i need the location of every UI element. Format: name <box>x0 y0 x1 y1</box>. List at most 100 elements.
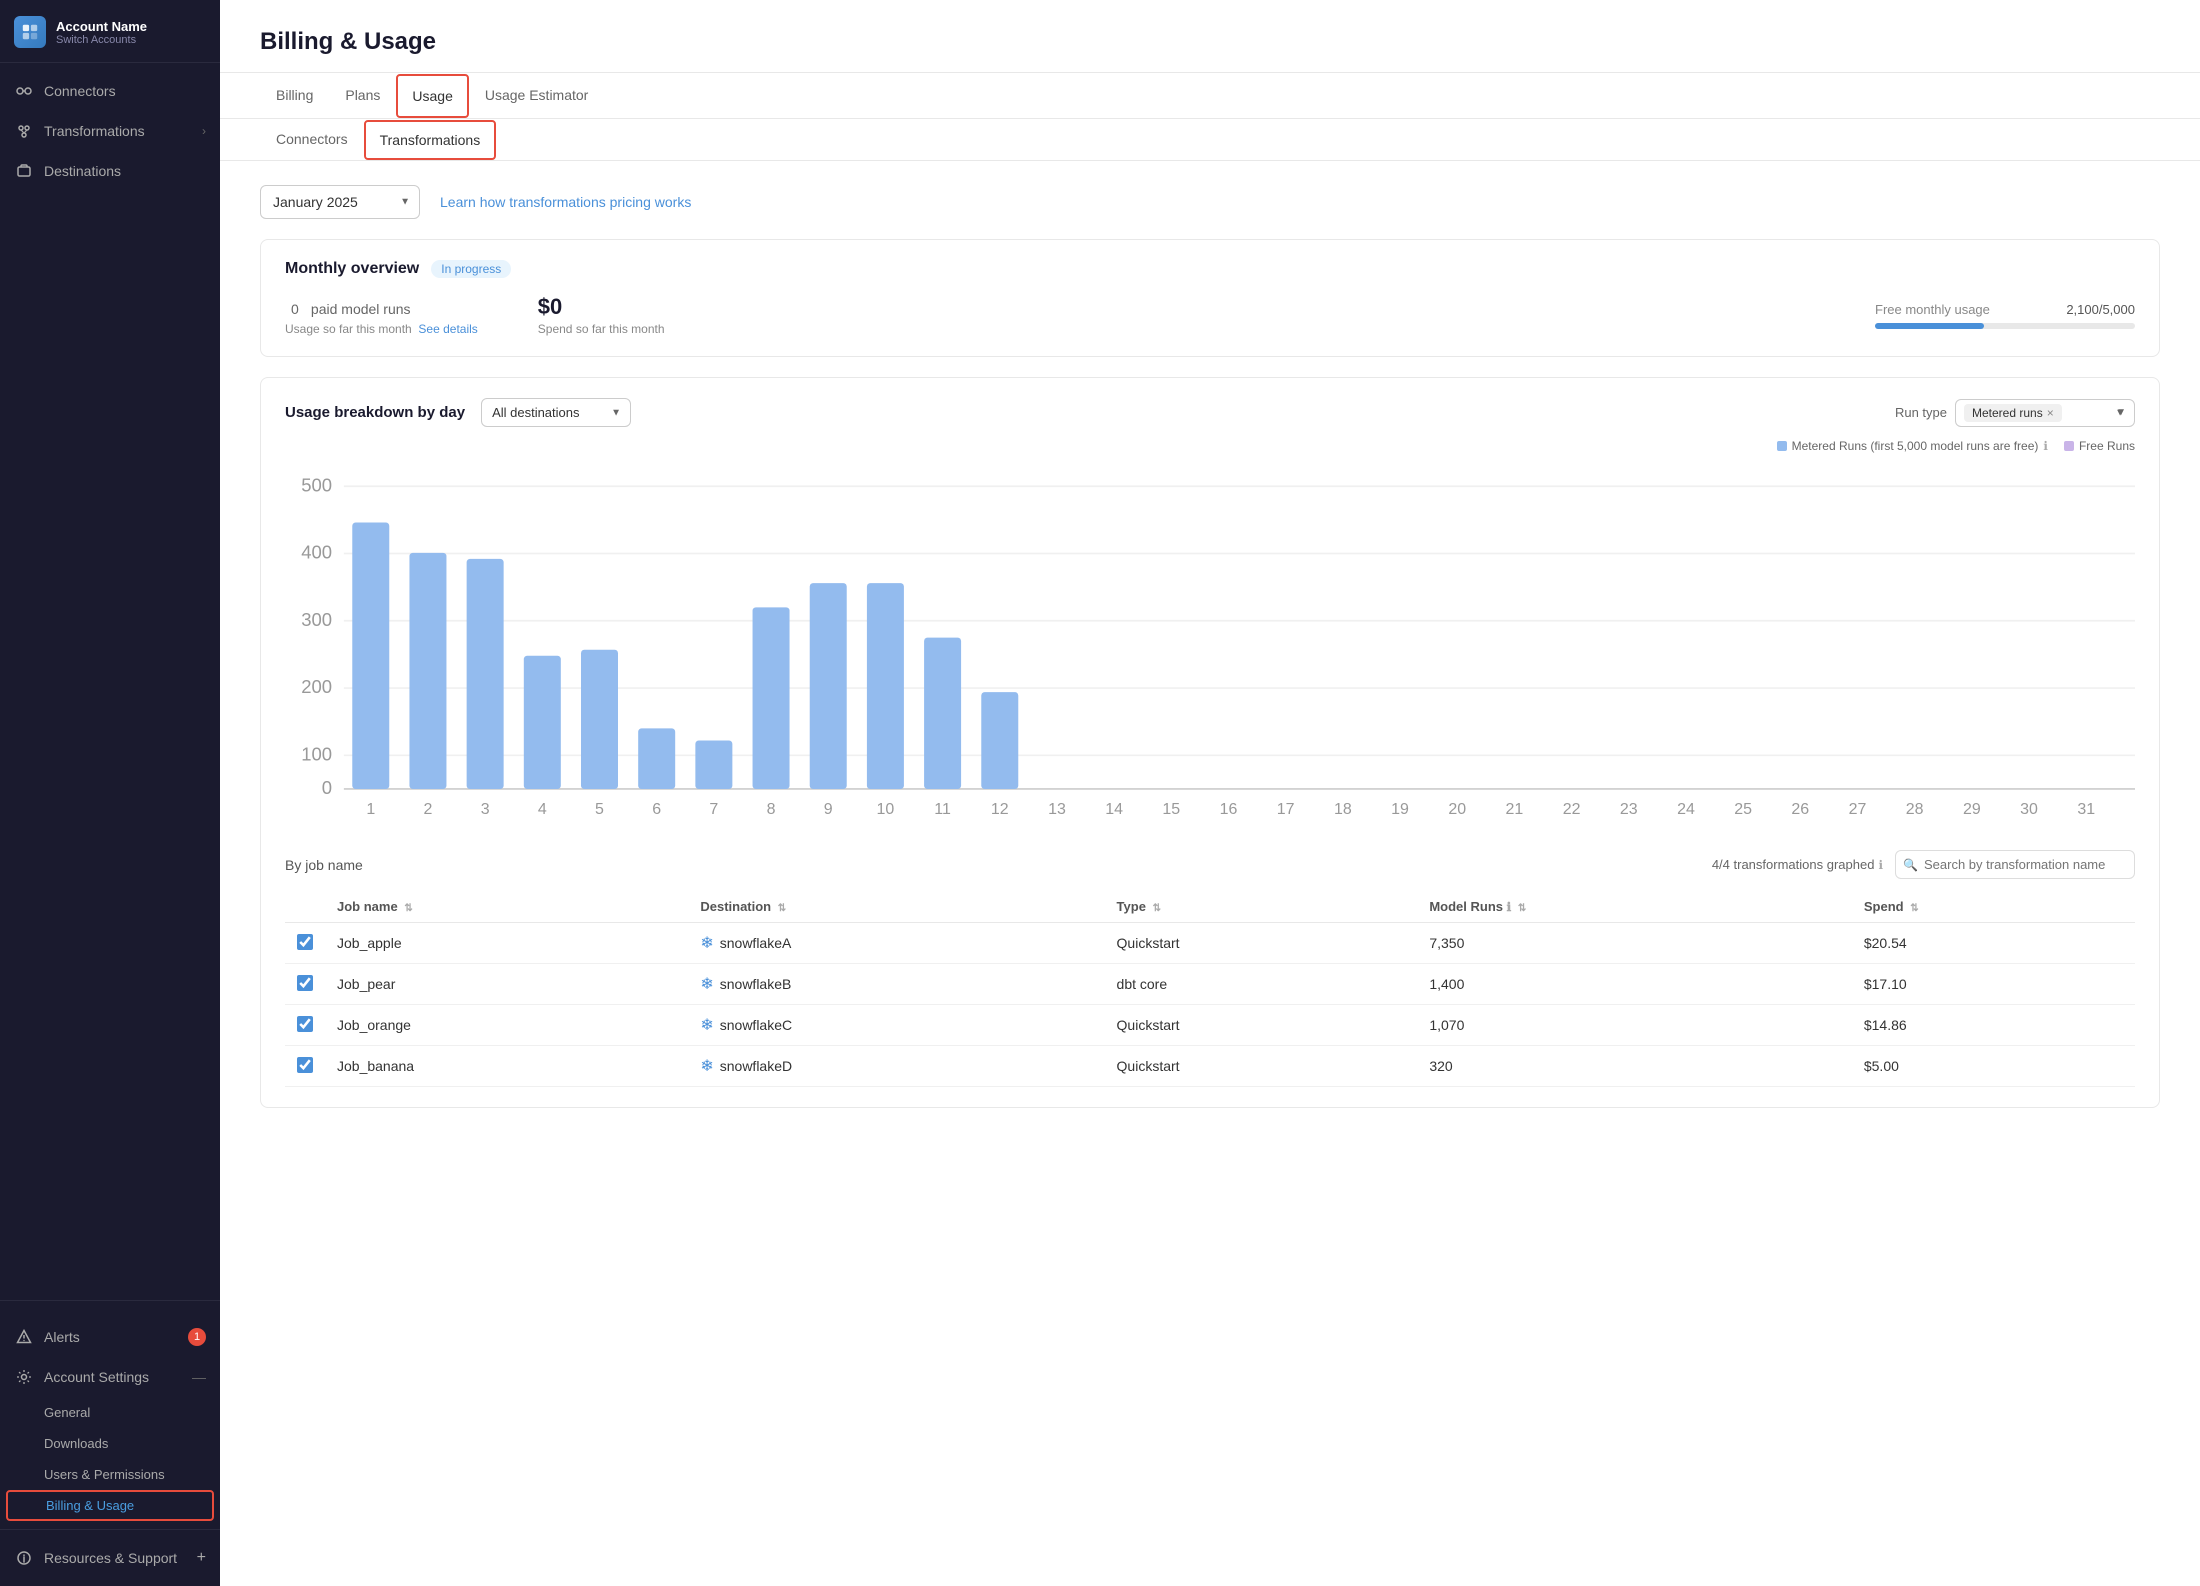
row-checkbox-3[interactable] <box>297 1016 313 1032</box>
row-checkbox-cell-4 <box>285 1046 325 1087</box>
destination-1: ❄ snowflakeA <box>688 923 1104 964</box>
destinations-select[interactable]: All destinations <box>481 398 631 427</box>
legend-free: Free Runs <box>2064 439 2135 453</box>
connectors-label: Connectors <box>44 83 206 99</box>
billing-usage-label: Billing & Usage <box>46 1498 134 1513</box>
svg-text:21: 21 <box>1506 801 1524 818</box>
bar-1 <box>352 523 389 789</box>
destinations-select-wrapper: All destinations <box>481 398 631 427</box>
account-header[interactable]: Account Name Switch Accounts <box>0 0 220 63</box>
model-runs-3: 1,070 <box>1417 1005 1852 1046</box>
svg-text:30: 30 <box>2020 801 2038 818</box>
sort-model-runs[interactable]: ⇅ <box>1518 903 1526 914</box>
svg-text:0: 0 <box>322 777 332 798</box>
sidebar-sub-users-permissions[interactable]: Users & Permissions <box>0 1459 220 1490</box>
month-select[interactable]: January 2025 December 2024 November 2024 <box>260 185 420 219</box>
snowflake-icon-2: ❄ <box>700 974 713 994</box>
tab-usage-estimator[interactable]: Usage Estimator <box>469 73 604 119</box>
svg-text:22: 22 <box>1563 801 1581 818</box>
sort-destination[interactable]: ⇅ <box>778 903 786 914</box>
bar-12 <box>981 692 1018 789</box>
search-input[interactable] <box>1895 850 2135 879</box>
overview-card: Monthly overview In progress 0 paid mode… <box>260 239 2160 357</box>
tab-plans[interactable]: Plans <box>329 73 396 119</box>
graphed-info-icon[interactable]: ℹ <box>1878 858 1883 872</box>
legend-metered-label: Metered Runs (first 5,000 model runs are… <box>1792 439 2039 453</box>
job-name-1: Job_apple <box>325 923 688 964</box>
overview-title: Monthly overview <box>285 260 419 278</box>
resources-icon <box>14 1548 34 1568</box>
run-type-tag-close[interactable]: × <box>2047 406 2054 420</box>
svg-text:6: 6 <box>652 801 661 818</box>
search-wrapper: 🔍 <box>1895 850 2135 879</box>
svg-text:12: 12 <box>991 801 1009 818</box>
legend-free-dot <box>2064 441 2074 451</box>
svg-text:31: 31 <box>2077 801 2095 818</box>
content-area: January 2025 December 2024 November 2024… <box>220 161 2200 1586</box>
switch-accounts-link[interactable]: Switch Accounts <box>56 34 147 46</box>
sub-tab-connectors[interactable]: Connectors <box>260 119 364 161</box>
job-name-3: Job_orange <box>325 1005 688 1046</box>
destination-2: ❄ snowflakeB <box>688 964 1104 1005</box>
run-type-tag: Metered runs × <box>1964 404 2062 422</box>
sidebar-item-alerts[interactable]: Alerts 1 <box>0 1317 220 1357</box>
model-runs-info-icon[interactable]: ℹ <box>1507 900 1512 914</box>
svg-text:23: 23 <box>1620 801 1638 818</box>
svg-text:17: 17 <box>1277 801 1295 818</box>
free-usage-block: Free monthly usage 2,100/5,000 <box>1875 302 2135 329</box>
paid-runs-label: Usage so far this month See details <box>285 322 478 336</box>
tab-billing[interactable]: Billing <box>260 73 329 119</box>
sidebar-sub-downloads[interactable]: Downloads <box>0 1428 220 1459</box>
legend-info-icon[interactable]: ℹ <box>2043 439 2048 453</box>
sidebar-sub-billing-usage[interactable]: Billing & Usage <box>6 1490 214 1521</box>
snowflake-icon-1: ❄ <box>700 933 713 953</box>
legend-row: Metered Runs (first 5,000 model runs are… <box>285 439 2135 453</box>
sort-type[interactable]: ⇅ <box>1153 903 1161 914</box>
bar-11 <box>924 638 961 789</box>
progress-bar-track <box>1875 323 2135 329</box>
col-checkbox <box>285 891 325 923</box>
account-name: Account Name <box>56 19 147 34</box>
row-checkbox-2[interactable] <box>297 975 313 991</box>
sidebar-item-connectors[interactable]: Connectors <box>0 71 220 111</box>
sidebar-item-resources[interactable]: Resources & Support + <box>0 1538 220 1578</box>
type-3: Quickstart <box>1105 1005 1418 1046</box>
svg-text:20: 20 <box>1448 801 1466 818</box>
sidebar-item-account-settings[interactable]: Account Settings — <box>0 1357 220 1397</box>
destinations-icon <box>14 161 34 181</box>
destination-4: ❄ snowflakeD <box>688 1046 1104 1087</box>
destinations-label: Destinations <box>44 163 206 179</box>
row-checkbox-4[interactable] <box>297 1057 313 1073</box>
month-select-wrapper: January 2025 December 2024 November 2024 <box>260 185 420 219</box>
col-type: Type ⇅ <box>1105 891 1418 923</box>
sub-tab-transformations[interactable]: Transformations <box>364 120 497 160</box>
row-checkbox-1[interactable] <box>297 934 313 950</box>
svg-text:8: 8 <box>767 801 776 818</box>
svg-text:4: 4 <box>538 801 547 818</box>
chart-container: 500 400 300 200 100 0 <box>285 461 2135 834</box>
sidebar-item-destinations[interactable]: Destinations <box>0 151 220 191</box>
svg-text:500: 500 <box>301 474 332 495</box>
transformations-icon <box>14 121 34 141</box>
spend-1: $20.54 <box>1852 923 2135 964</box>
learn-link[interactable]: Learn how transformations pricing works <box>440 194 691 210</box>
svg-text:400: 400 <box>301 542 332 563</box>
sort-job-name[interactable]: ⇅ <box>404 903 412 914</box>
svg-text:3: 3 <box>481 801 490 818</box>
table-row: Job_banana ❄ snowflakeD Quickstart 320 $… <box>285 1046 2135 1087</box>
svg-text:5: 5 <box>595 801 604 818</box>
bar-2 <box>409 553 446 789</box>
spend-3: $14.86 <box>1852 1005 2135 1046</box>
sort-spend[interactable]: ⇅ <box>1910 903 1918 914</box>
model-runs-2: 1,400 <box>1417 964 1852 1005</box>
col-job-name: Job name ⇅ <box>325 891 688 923</box>
tab-usage[interactable]: Usage <box>396 74 468 118</box>
account-logo <box>14 16 46 48</box>
primary-tabs: Billing Plans Usage Usage Estimator <box>220 73 2200 119</box>
svg-text:1: 1 <box>366 801 375 818</box>
sidebar-sub-general[interactable]: General <box>0 1397 220 1428</box>
svg-text:26: 26 <box>1791 801 1809 818</box>
see-details-link[interactable]: See details <box>418 322 477 336</box>
sidebar-item-transformations[interactable]: Transformations › <box>0 111 220 151</box>
run-type-dropdown[interactable]: Metered runs × ▼ <box>1955 399 2135 427</box>
